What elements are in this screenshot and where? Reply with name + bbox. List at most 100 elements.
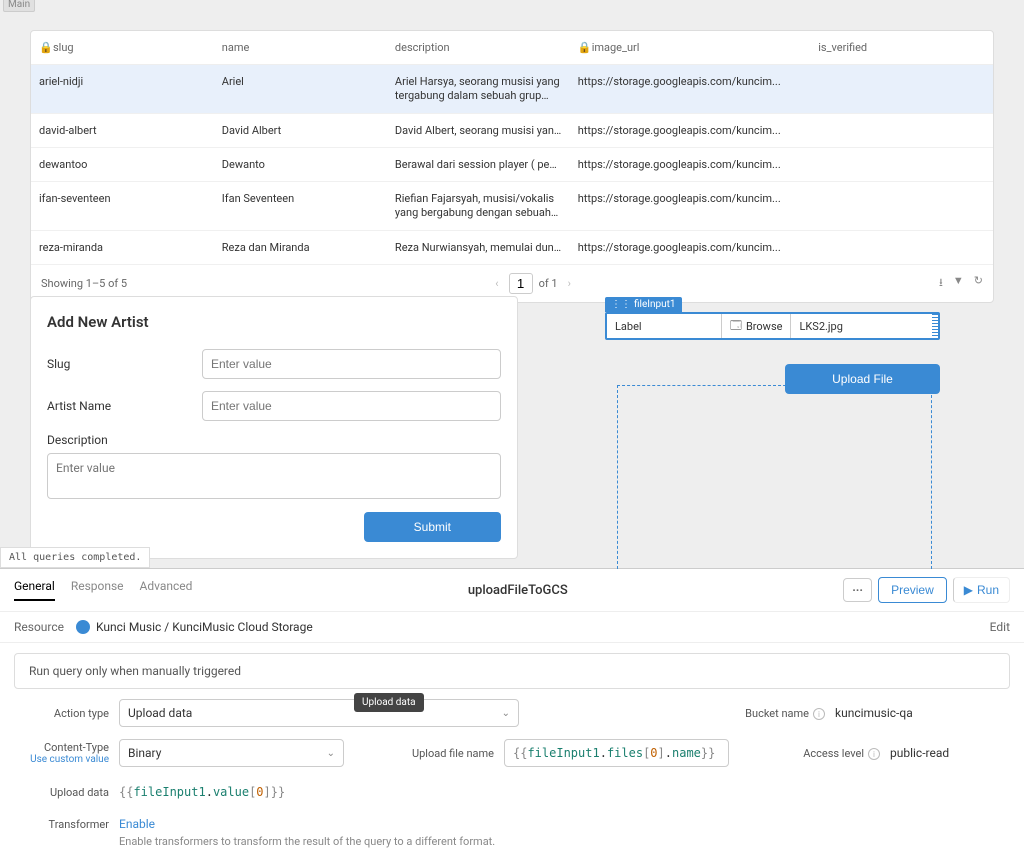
artist-table: 🔒slugnamedescription🔒image_urlis_verifie… <box>30 30 994 303</box>
cell-slug: david-albert <box>31 114 214 148</box>
info-icon[interactable]: i <box>813 708 825 720</box>
cell-image_url: https://storage.googleapis.com/kuncim... <box>570 65 811 114</box>
upload-data-input[interactable]: {{fileInput1.value[0]}} <box>119 779 285 805</box>
access-level-value: public-read <box>890 740 1010 766</box>
next-page-icon[interactable]: › <box>564 277 575 290</box>
table-row[interactable]: ariel-nidjiArielAriel Harsya, seorang mu… <box>31 65 993 114</box>
cell-name: Reza dan Miranda <box>214 231 387 265</box>
play-icon: ▶ <box>964 583 973 597</box>
more-button[interactable]: ··· <box>843 578 872 602</box>
chevron-down-icon: ⌄ <box>502 708 510 719</box>
transformer-label: Transformer <box>14 818 109 831</box>
submit-button[interactable]: Submit <box>364 512 501 542</box>
page-input[interactable] <box>509 273 533 294</box>
prev-page-icon[interactable]: ‹ <box>491 277 502 290</box>
preview-button[interactable]: Preview <box>878 577 947 603</box>
cell-description: Riefian Fajarsyah, musisi/vokalis yang b… <box>387 182 570 231</box>
drag-handle-icon[interactable]: ⋮⋮ <box>611 299 631 310</box>
globe-icon <box>76 620 90 634</box>
artist-name-label: Artist Name <box>47 399 202 413</box>
cell-name: Ariel <box>214 65 387 114</box>
column-header-description[interactable]: description <box>387 31 570 65</box>
edit-resource-link[interactable]: Edit <box>990 620 1010 634</box>
slug-input[interactable] <box>202 349 501 379</box>
upload-filename-label: Upload file name <box>384 747 494 760</box>
cell-is_verified <box>810 182 993 231</box>
lock-icon: 🔒 <box>39 41 49 54</box>
query-title: uploadFileToGCS <box>192 583 843 598</box>
cell-slug: ariel-nidji <box>31 65 214 114</box>
use-custom-value-link[interactable]: Use custom value <box>14 754 109 765</box>
resource-label: Resource <box>14 620 64 634</box>
browse-icon: 🗔 <box>730 317 742 336</box>
cell-slug: reza-miranda <box>31 231 214 265</box>
bucket-label: Bucket namei <box>745 707 825 720</box>
lock-icon: 🔒 <box>578 41 588 54</box>
content-type-label: Content-Type Use custom value <box>14 741 109 765</box>
cell-description: Reza Nurwiansyah, memulai dun musik... <box>387 231 570 265</box>
trigger-mode-text[interactable]: Run query only when manually triggered <box>14 653 1010 689</box>
slug-label: Slug <box>47 357 202 371</box>
add-artist-form: Add New Artist Slug Artist Name Descript… <box>30 296 518 559</box>
filter-icon[interactable]: ▼ <box>953 274 964 293</box>
cell-image_url: https://storage.googleapis.com/kuncim... <box>570 231 811 265</box>
browse-button[interactable]: 🗔 Browse <box>722 314 791 338</box>
column-header-name[interactable]: name <box>214 31 387 65</box>
cell-description: Ariel Harsya, seorang musisi yang tergab… <box>387 65 570 114</box>
table-row[interactable]: david-albertDavid AlbertDavid Albert, se… <box>31 114 993 148</box>
main-container-tag: Main <box>3 0 35 12</box>
column-header-is_verified[interactable]: is_verified <box>810 31 993 65</box>
description-input[interactable] <box>47 453 501 499</box>
tab-general[interactable]: General <box>14 579 55 601</box>
pagination: ‹ of 1 › <box>127 273 939 294</box>
column-header-slug[interactable]: 🔒slug <box>31 31 214 65</box>
run-button[interactable]: ▶Run <box>953 577 1010 603</box>
cell-is_verified <box>810 114 993 148</box>
cell-name: Dewanto <box>214 148 387 182</box>
table-row[interactable]: ifan-seventeenIfan SeventeenRiefian Faja… <box>31 182 993 231</box>
bucket-value: kuncimusic-qa <box>835 700 1010 726</box>
file-label-cell: Label <box>607 314 722 338</box>
access-level-label: Access leveli <box>803 747 880 760</box>
cell-name: Ifan Seventeen <box>214 182 387 231</box>
status-bar: All queries completed. <box>0 547 150 568</box>
cell-name: David Albert <box>214 114 387 148</box>
form-title: Add New Artist <box>47 313 501 331</box>
file-input-widget: ⋮⋮fileInput1 Label 🗔 Browse LKS2.jpg Upl… <box>605 296 940 394</box>
info-icon[interactable]: i <box>868 748 880 760</box>
drop-target-area[interactable] <box>617 385 932 569</box>
table-row[interactable]: reza-mirandaReza dan MirandaReza Nurwian… <box>31 231 993 265</box>
transformer-help-text: Enable transformers to transform the res… <box>119 835 1010 848</box>
query-panel: General Response Advanced uploadFileToGC… <box>0 568 1024 850</box>
content-type-select[interactable]: Binary⌄ <box>119 739 344 767</box>
artist-name-input[interactable] <box>202 391 501 421</box>
cell-description: Berawal dari session player ( pengiring … <box>387 148 570 182</box>
cell-description: David Albert, seorang musisi yang terg..… <box>387 114 570 148</box>
chevron-down-icon: ⌄ <box>327 748 335 759</box>
download-icon[interactable]: ⭳ <box>939 274 943 293</box>
cell-slug: dewantoo <box>31 148 214 182</box>
resize-handle-icon[interactable] <box>932 314 938 338</box>
column-header-image_url[interactable]: 🔒image_url <box>570 31 811 65</box>
upload-data-label: Upload data <box>14 786 109 799</box>
resource-chip[interactable]: Kunci Music / KunciMusic Cloud Storage <box>76 620 313 634</box>
cell-is_verified <box>810 148 993 182</box>
upload-filename-input[interactable]: {{fileInput1.files[0].name}} <box>504 739 729 767</box>
tab-advanced[interactable]: Advanced <box>140 579 193 601</box>
refresh-icon[interactable]: ↻ <box>974 274 983 293</box>
cell-image_url: https://storage.googleapis.com/kuncim... <box>570 182 811 231</box>
table-row[interactable]: dewantooDewantoBerawal dari session play… <box>31 148 993 182</box>
cell-image_url: https://storage.googleapis.com/kuncim... <box>570 148 811 182</box>
transformer-enable-link[interactable]: Enable <box>119 817 155 831</box>
component-tag[interactable]: ⋮⋮fileInput1 <box>605 297 682 312</box>
tab-response[interactable]: Response <box>71 579 124 601</box>
file-name-display: LKS2.jpg <box>791 314 932 338</box>
cell-image_url: https://storage.googleapis.com/kuncim... <box>570 114 811 148</box>
action-type-label: Action type <box>14 707 109 720</box>
action-type-select[interactable]: Upload data⌄ <box>119 699 519 727</box>
description-label: Description <box>47 433 501 447</box>
showing-text: Showing 1–5 of 5 <box>41 277 127 290</box>
cell-slug: ifan-seventeen <box>31 182 214 231</box>
canvas-area: Main 🔒slugnamedescription🔒image_urlis_ve… <box>0 0 1024 568</box>
cell-is_verified <box>810 231 993 265</box>
